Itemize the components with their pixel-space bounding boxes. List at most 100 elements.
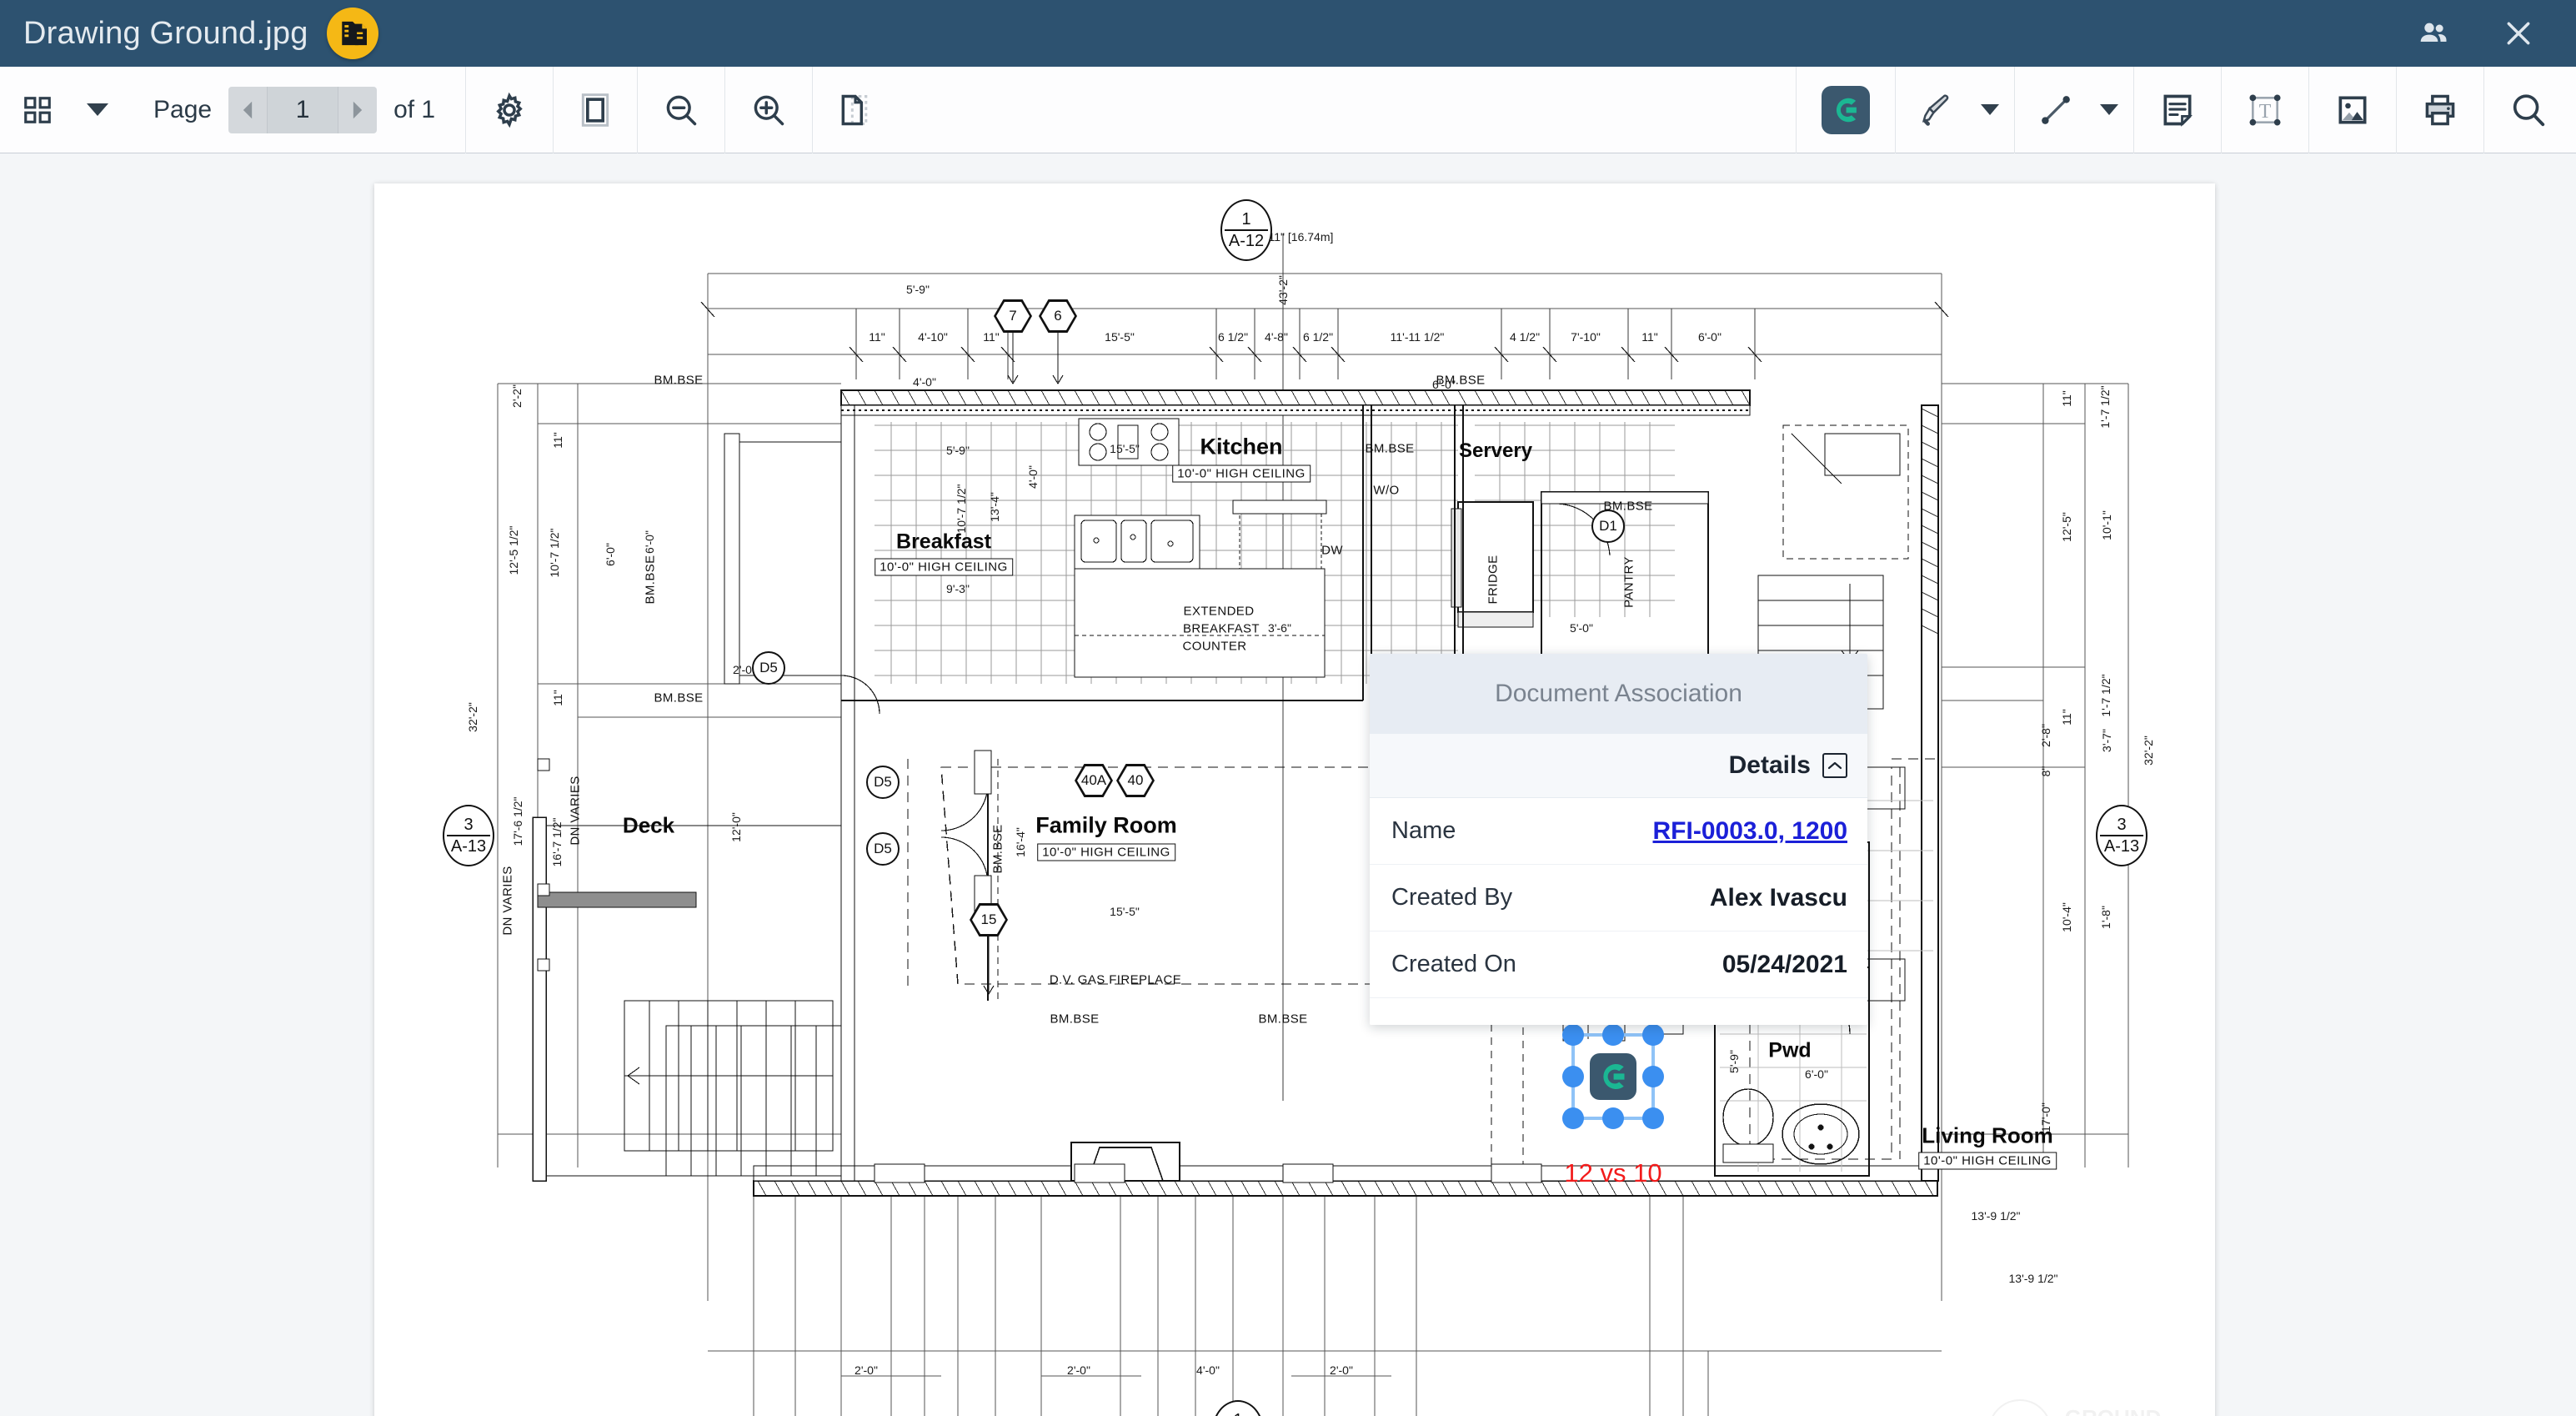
dimension-label: 6'-0" — [1698, 330, 1722, 344]
association-value: 05/24/2021 — [1722, 950, 1847, 978]
dimension-label: 11" — [983, 330, 1000, 344]
resize-handle-n[interactable] — [1602, 1024, 1624, 1046]
print-button[interactable] — [2397, 67, 2483, 153]
details-header[interactable]: Details — [1370, 734, 1867, 798]
view-mode-dropdown[interactable] — [72, 67, 123, 153]
plan-note: EXTENDED — [1183, 604, 1255, 619]
people-icon[interactable] — [2414, 14, 2453, 53]
resize-handle-se[interactable] — [1642, 1107, 1664, 1129]
association-rows: Name RFI-0003.0, 1200 Created By Alex Ivasc… — [1370, 798, 1867, 998]
dimension-label: 10'-1" — [2100, 510, 2113, 540]
markup-text[interactable]: 12 vs 10 — [1564, 1158, 1661, 1188]
dimension-label: 17'-6 1/2" — [511, 796, 524, 846]
room-label: Servery — [1458, 439, 1533, 462]
door-tag: D5 — [752, 651, 785, 685]
dimension-label: 13'-9 1/2" — [1971, 1209, 2021, 1223]
grid-view-icon[interactable] — [0, 67, 72, 153]
text-box-button[interactable]: T — [2222, 67, 2308, 153]
plan-note: FRIDGE — [1486, 555, 1501, 605]
ceiling-height-note: 10'-0" HIGH CEILING — [1172, 464, 1311, 483]
dimension-label: 4 1/2" — [1509, 330, 1541, 344]
association-link[interactable]: RFI-0003.0, 1200 — [1653, 817, 1847, 846]
compare-documents-button[interactable] — [813, 67, 898, 153]
bluebeam-stamp-icon — [1822, 85, 1870, 134]
association-key: Created On — [1391, 951, 1516, 977]
dimension-label: 4'-0" — [1196, 1363, 1220, 1377]
page-total-label: of 1 — [393, 95, 436, 123]
highlighter-dropdown[interactable] — [1977, 67, 2014, 153]
fit-page-icon — [581, 93, 609, 127]
bluebeam-logo-glyph — [1836, 98, 1857, 122]
chevron-down-icon — [1981, 104, 1999, 115]
zoom-in-button[interactable] — [725, 67, 812, 153]
resize-handle-nw[interactable] — [1562, 1024, 1584, 1046]
association-row: Created On 05/24/2021 — [1370, 931, 1867, 998]
close-icon[interactable] — [2499, 14, 2538, 53]
dimension-label: 4'-8" — [1265, 330, 1288, 344]
highlighter-button[interactable] — [1896, 67, 1977, 153]
chevron-up-icon[interactable] — [1822, 753, 1847, 778]
dimension-label: 13'-4" — [988, 492, 1001, 522]
settings-button[interactable] — [466, 67, 553, 153]
dimension-label: 11" — [1641, 330, 1658, 344]
drawing-page[interactable]: KitchenServeryBreakfastFamily RoomDeckHa… — [374, 183, 2215, 1416]
dimension-label: 32'-2" — [2142, 736, 2155, 766]
dimension-label: 6'-0" — [1805, 1067, 1828, 1081]
line-tool-dropdown[interactable] — [2097, 67, 2133, 153]
document-viewport[interactable]: KitchenServeryBreakfastFamily RoomDeckHa… — [0, 153, 2576, 1416]
selection-box[interactable] — [1562, 1024, 1664, 1142]
bluebeam-logo-glyph — [1603, 1064, 1625, 1089]
dimension-label: 10'-7 1/2" — [955, 484, 968, 534]
dimension-label: 2'-8" — [2039, 724, 2052, 747]
room-label: Living Room — [1922, 1122, 2053, 1148]
next-page-button[interactable] — [338, 86, 378, 133]
dimension-label: 1'-7 1/2" — [2098, 385, 2112, 429]
room-label: Family Room — [1035, 812, 1177, 838]
room-label: Breakfast — [896, 530, 991, 554]
line-tool-icon — [2042, 95, 2070, 124]
resize-handle-s[interactable] — [1602, 1107, 1624, 1129]
bluebeam-stamp-button[interactable] — [1797, 67, 1895, 153]
grid-view-glyph — [24, 96, 51, 123]
prev-page-button[interactable] — [228, 86, 268, 133]
dimension-label: 4'-0" — [1026, 465, 1040, 489]
section-marker: 1A-12 — [1220, 199, 1272, 261]
resize-handle-e[interactable] — [1642, 1066, 1664, 1087]
dimension-label: 1'-7 1/2" — [2099, 674, 2112, 717]
resize-handle-w[interactable] — [1562, 1066, 1584, 1087]
association-value: Alex Ivascu — [1709, 883, 1847, 911]
document-association-popup[interactable]: Document Association Details Name RFI-000… — [1370, 654, 1867, 1025]
dimension-label: 12'-0" — [729, 812, 743, 842]
chevron-down-icon — [2100, 104, 2118, 115]
svg-text:T: T — [2259, 101, 2272, 123]
print-icon — [2425, 94, 2455, 125]
chevron-left-icon — [243, 101, 253, 118]
dimension-label: 6 1/2" — [1302, 330, 1334, 344]
fit-page-button[interactable] — [554, 67, 637, 153]
floor-plan-drawing — [374, 183, 2215, 1416]
dimension-label: 2'-0" — [854, 1363, 878, 1377]
resize-handle-ne[interactable] — [1642, 1024, 1664, 1046]
zoom-out-button[interactable] — [638, 67, 724, 153]
bluebeam-logo-stamp[interactable] — [1590, 1053, 1636, 1100]
page-number-input[interactable]: 1 — [267, 86, 339, 133]
association-row: Name RFI-0003.0, 1200 — [1370, 798, 1867, 865]
resize-handle-sw[interactable] — [1562, 1107, 1584, 1129]
dimension-label: 5'-0" — [1570, 621, 1593, 635]
popup-footer — [1370, 998, 1867, 1025]
plan-note: BM.BSE — [654, 373, 704, 388]
line-tool-button[interactable] — [2015, 67, 2097, 153]
document-compare-glyph — [341, 21, 367, 46]
dimension-label: 9'-3" — [946, 582, 970, 595]
document-compare-icon[interactable] — [326, 8, 378, 59]
dimension-label: 6'-0" — [643, 530, 656, 554]
dimension-label: 12'-5" — [2060, 512, 2073, 542]
dimension-label: 8" — [2039, 766, 2052, 777]
popup-title: Document Association — [1370, 654, 1867, 734]
insert-image-button[interactable] — [2309, 67, 2396, 153]
search-button[interactable] — [2484, 67, 2576, 153]
association-key: Name — [1391, 817, 1456, 844]
dimension-label: 13'-9 1/2" — [2008, 1272, 2058, 1285]
sticky-note-button[interactable] — [2134, 67, 2221, 153]
insert-image-icon — [2338, 96, 2367, 123]
